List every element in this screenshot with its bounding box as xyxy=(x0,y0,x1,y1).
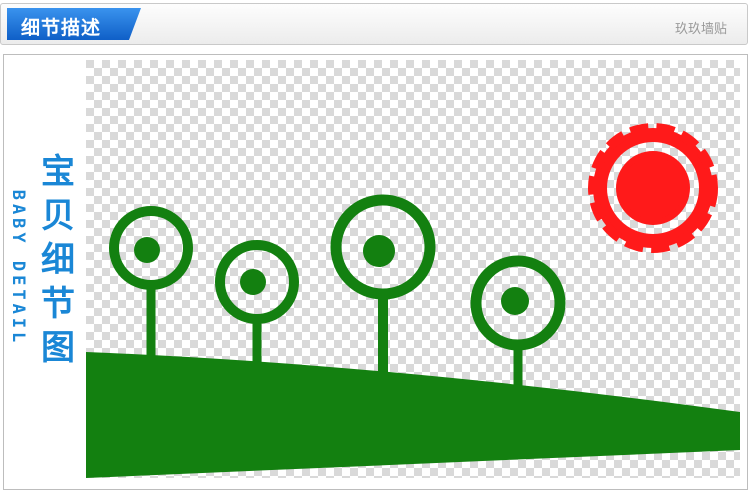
title-char: 贝 xyxy=(41,196,75,236)
header-bar: 细节描述 玖玖墙贴 xyxy=(0,3,748,45)
header-tab: 细节描述 xyxy=(7,8,141,40)
sun-icon xyxy=(588,123,718,253)
tree-icon xyxy=(363,235,395,267)
product-image xyxy=(86,60,740,478)
vertical-title-cn: 宝 贝 细 节 图 xyxy=(38,150,78,370)
tree-icon xyxy=(134,237,160,263)
vertical-title-en: BABY DETAIL xyxy=(8,189,28,347)
brand-label: 玖玖墙贴 xyxy=(674,22,727,37)
title-char: 宝 xyxy=(41,152,75,192)
title-char: 节 xyxy=(41,284,75,324)
title-char: 细 xyxy=(41,240,75,280)
title-char: 图 xyxy=(41,328,75,368)
tree-icon xyxy=(240,269,266,295)
page-title: 细节描述 xyxy=(21,17,102,39)
tree-icon xyxy=(501,287,529,315)
